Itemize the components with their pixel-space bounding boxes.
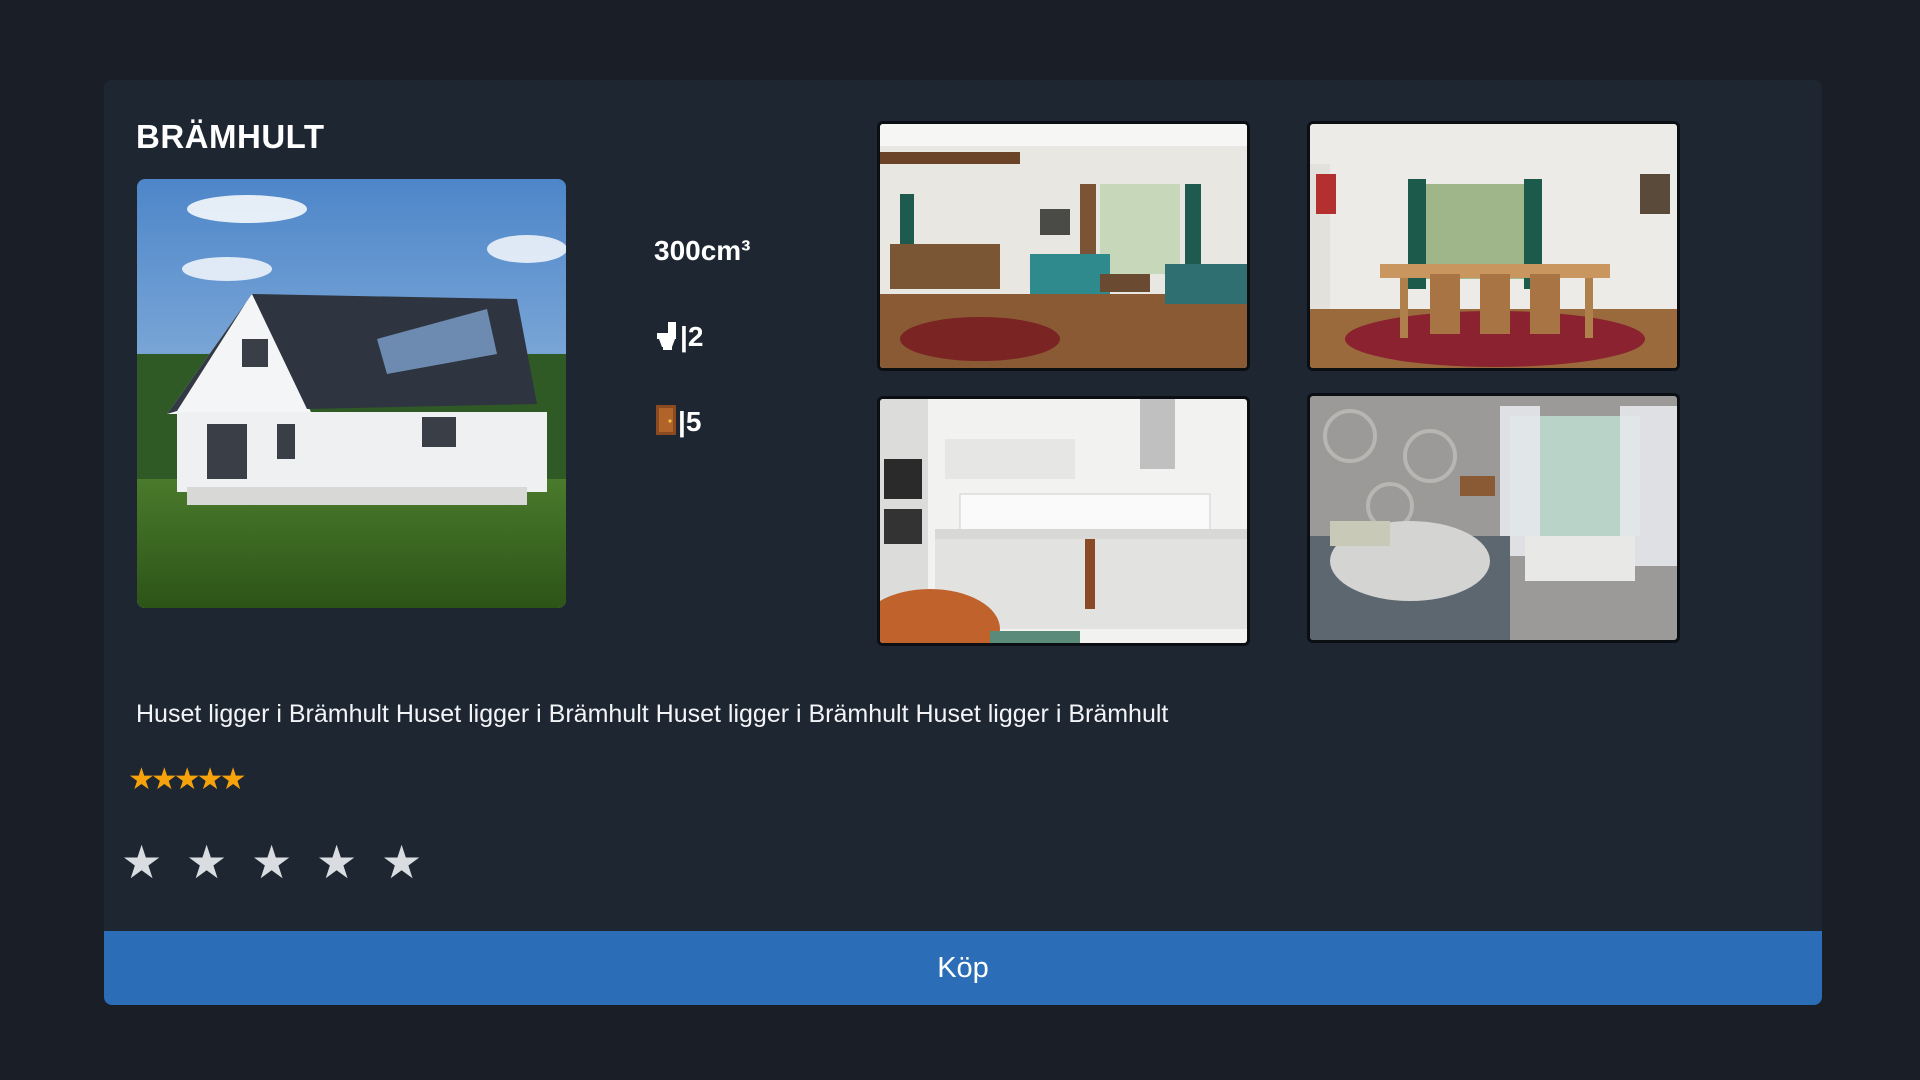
rate-star-5[interactable]: ★ (381, 835, 422, 889)
average-rating-stars: ★★★★★ (128, 763, 247, 796)
house-card: BRÄMHULT 300cm³ |2 |5 Huset ligger i Brä… (104, 80, 1822, 1005)
gallery-photo-kitchen[interactable] (877, 396, 1250, 646)
gallery-photo-living-room[interactable] (877, 121, 1250, 371)
room-count: |5 (678, 406, 702, 437)
house-rooms: |5 (654, 405, 701, 438)
house-description: Huset ligger i Brämhult Huset ligger i B… (136, 700, 1169, 728)
rate-star-1[interactable]: ★ (121, 835, 162, 889)
door-icon (656, 405, 676, 435)
toilet-icon (657, 322, 676, 350)
rate-star-4[interactable]: ★ (316, 835, 357, 889)
gallery-photo-dining-room[interactable] (1307, 121, 1680, 371)
toilet-count: |2 (680, 321, 704, 352)
house-title: BRÄMHULT (136, 118, 325, 155)
rating-input[interactable]: ★ ★ ★ ★ ★ (121, 835, 422, 889)
rate-star-2[interactable]: ★ (186, 835, 227, 889)
buy-button[interactable]: Köp (104, 931, 1822, 1005)
house-main-photo (137, 179, 566, 608)
house-toilets: |2 (654, 320, 703, 353)
gallery-photo-bedroom[interactable] (1307, 393, 1680, 643)
house-area: 300cm³ (654, 235, 751, 266)
rate-star-3[interactable]: ★ (251, 835, 292, 889)
